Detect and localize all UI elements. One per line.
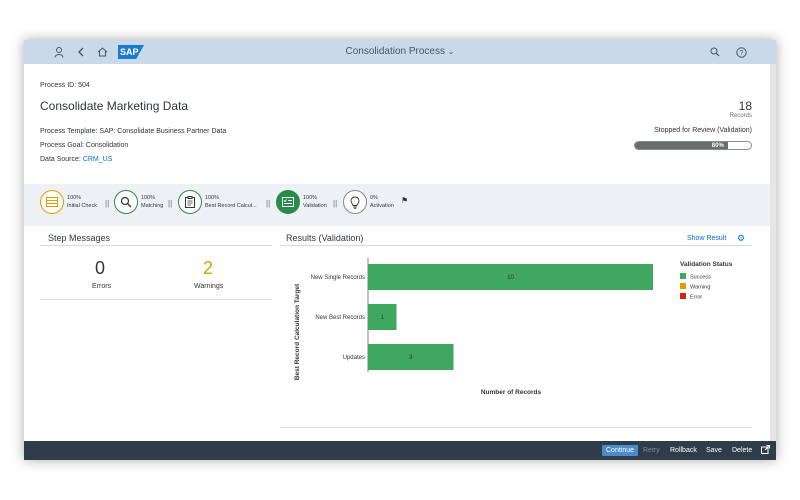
table-icon xyxy=(40,190,64,214)
legend-item-label: Warning xyxy=(690,285,710,291)
shell-bar: SAP Consolidation Process ⌄ ? xyxy=(24,40,776,64)
step-percent: 100% xyxy=(303,195,318,201)
progress-indicator: 80% xyxy=(634,141,752,150)
step-validation[interactable]: 100% Validation xyxy=(276,190,327,214)
help-icon[interactable]: ? xyxy=(734,45,748,59)
results-chart: Best Record Calculation Target 10 New Sin… xyxy=(294,258,733,396)
scrollbar[interactable] xyxy=(770,64,776,441)
step-percent: 100% xyxy=(67,195,82,201)
object-header: Process ID: 504 Consolidate Marketing Da… xyxy=(24,64,776,184)
divider xyxy=(40,245,272,246)
chart-legend: Validation Status Success Warning Error xyxy=(680,261,733,301)
warnings-label: Warnings xyxy=(194,283,224,290)
legend-title: Validation Status xyxy=(680,261,733,268)
category-label: Updates xyxy=(343,355,365,361)
app-window: SAP Consolidation Process ⌄ ? Process ID… xyxy=(24,40,776,460)
category-label: New Best Records xyxy=(315,315,365,321)
step-initial-check[interactable]: 100% Initial Check xyxy=(40,190,97,214)
warnings-count[interactable]: 2 xyxy=(203,258,213,279)
svg-text:?: ? xyxy=(739,50,743,57)
delete-button[interactable]: Delete xyxy=(732,445,752,456)
magnifier-icon xyxy=(114,190,138,214)
chevron-down-icon: ⌄ xyxy=(447,47,455,56)
process-flow: 100% Initial Check || 100% Matching || 1… xyxy=(24,184,776,226)
divider xyxy=(280,245,752,246)
step-separator: || xyxy=(333,199,338,208)
data-source-label: Data Source: xyxy=(40,156,83,163)
divider xyxy=(40,299,272,300)
step-label: Matching xyxy=(141,203,164,209)
process-goal: Process Goal: Consolidation xyxy=(40,142,129,149)
errors-count: 0 xyxy=(95,258,106,278)
legend-item-label: Success xyxy=(690,275,711,281)
progress-fill: 80% xyxy=(635,142,728,149)
category-label: New Single Records xyxy=(311,275,365,281)
shell-title-text: Consolidation Process xyxy=(345,46,446,57)
step-label: Best Record Calcul... xyxy=(205,203,257,209)
step-text: 100% Validation xyxy=(303,194,327,210)
results-title: Results (Validation) xyxy=(286,233,364,243)
legend-swatch xyxy=(680,273,686,279)
show-result-link[interactable]: Show Result xyxy=(687,235,726,242)
page-title: Consolidate Marketing Data xyxy=(40,99,189,113)
legend-swatch xyxy=(680,283,686,289)
step-separator: || xyxy=(168,199,173,208)
process-id: Process ID: 504 xyxy=(40,82,90,89)
lightbulb-icon xyxy=(343,190,367,214)
footer-toolbar: Continue Retry Rollback Save Delete xyxy=(24,441,776,460)
status-text: Stopped for Review (Validation) xyxy=(654,127,752,134)
step-text: 100% Matching xyxy=(141,194,163,210)
retry-button[interactable]: Retry xyxy=(643,445,660,456)
step-label: Activation xyxy=(370,203,394,209)
clipboard-icon xyxy=(178,190,202,214)
step-best-record[interactable]: 100% Best Record Calcul... xyxy=(178,190,257,214)
data-source: Data Source: CRM_US xyxy=(40,156,112,163)
gear-icon[interactable]: ⚙ xyxy=(737,233,745,244)
step-percent: 0% xyxy=(370,195,378,201)
step-text: 100% Initial Check xyxy=(67,194,97,210)
records-count: 18 xyxy=(738,99,752,113)
divider xyxy=(280,427,752,428)
legend-item-label: Error xyxy=(690,295,702,301)
step-text: 0% Activation xyxy=(370,194,394,210)
bars-group: 10New Single Records1New Best Records3Up… xyxy=(311,264,653,370)
step-activation[interactable]: 0% Activation xyxy=(343,190,394,214)
checklist-icon xyxy=(276,190,300,214)
x-axis-label: Number of Records xyxy=(481,389,542,396)
y-axis-label: Best Record Calculation Target xyxy=(294,283,301,380)
shell-title[interactable]: Consolidation Process ⌄ xyxy=(24,46,776,57)
step-messages-title: Step Messages xyxy=(48,233,111,243)
legend-swatch xyxy=(680,293,686,299)
save-button[interactable]: Save xyxy=(706,445,722,456)
step-separator: || xyxy=(266,199,271,208)
process-template: Process Template: SAP: Consolidate Busin… xyxy=(40,128,227,135)
step-percent: 100% xyxy=(141,195,156,201)
share-icon[interactable] xyxy=(761,445,770,456)
flag-icon: ⚑ xyxy=(401,196,409,205)
data-source-link[interactable]: CRM_US xyxy=(83,156,113,163)
errors-label: Errors xyxy=(92,283,112,290)
continue-button[interactable]: Continue xyxy=(602,445,639,456)
bar-value-label: 10 xyxy=(507,275,514,281)
rollback-button[interactable]: Rollback xyxy=(670,445,697,456)
step-label: Validation xyxy=(303,203,327,209)
step-separator: || xyxy=(105,199,110,208)
step-percent: 100% xyxy=(205,195,220,201)
search-icon[interactable] xyxy=(708,45,722,59)
step-matching[interactable]: 100% Matching xyxy=(114,190,163,214)
step-label: Initial Check xyxy=(67,203,97,209)
records-label: Records xyxy=(729,113,752,119)
step-text: 100% Best Record Calcul... xyxy=(205,194,257,210)
